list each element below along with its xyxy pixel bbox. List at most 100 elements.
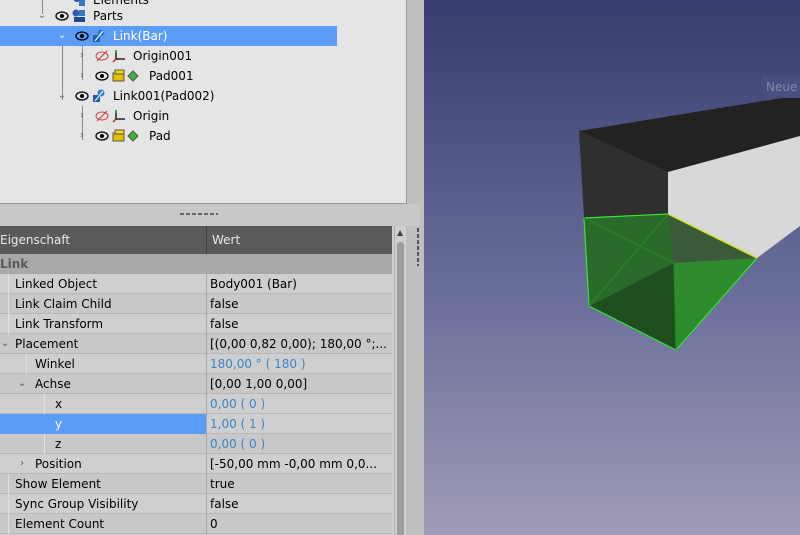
- 3d-scene[interactable]: [424, 0, 800, 535]
- column-divider: [206, 314, 207, 334]
- column-divider: [206, 274, 207, 294]
- property-row-z[interactable]: z 0,00 ( 0 ): [0, 434, 392, 454]
- link-icon: [93, 29, 105, 42]
- eye-icon[interactable]: [75, 89, 89, 103]
- indent-line: [8, 514, 9, 534]
- property-value[interactable]: 1,00 ( 1 ): [210, 414, 390, 434]
- property-scrollbar[interactable]: ▲: [394, 226, 406, 535]
- property-name: Show Element: [15, 477, 101, 491]
- chevron-down-icon[interactable]: ⌄: [37, 6, 47, 26]
- property-value[interactable]: false: [210, 314, 390, 334]
- tree-item-origin[interactable]: › Origin: [0, 106, 337, 126]
- property-value[interactable]: false: [210, 294, 390, 314]
- chevron-down-icon[interactable]: ⌄: [57, 86, 67, 106]
- property-value[interactable]: [(0,00 0,82 0,00); 180,00 °;...: [210, 334, 390, 354]
- scroll-up-icon[interactable]: ▲: [397, 228, 403, 237]
- property-value[interactable]: 0: [210, 514, 390, 534]
- property-group-link[interactable]: Link: [0, 254, 392, 274]
- property-row-linked-object[interactable]: Linked Object Body001 (Bar): [0, 274, 392, 294]
- chevron-down-icon[interactable]: ⌄: [57, 26, 67, 46]
- chevron-right-icon[interactable]: ›: [17, 454, 27, 474]
- indent-line: [8, 494, 9, 514]
- tree-item-parts[interactable]: ⌄ Parts: [0, 6, 337, 26]
- scrollbar-thumb[interactable]: [397, 242, 404, 535]
- splitter-grip-icon[interactable]: [180, 213, 218, 215]
- tree-item-pad001[interactable]: › Pad001: [0, 66, 337, 86]
- 3d-view[interactable]: Neue: [424, 0, 800, 535]
- property-value[interactable]: false: [210, 494, 390, 514]
- column-divider: [206, 414, 207, 434]
- eye-hidden-icon[interactable]: [95, 49, 109, 63]
- eye-icon[interactable]: [75, 29, 89, 43]
- property-value[interactable]: 0,00 ( 0 ): [210, 434, 390, 454]
- tree-item-label: Parts: [93, 9, 123, 23]
- property-row-winkel[interactable]: Winkel 180,00 ° ( 180 ): [0, 354, 392, 374]
- property-name: Element Count: [15, 517, 105, 531]
- chevron-right-icon[interactable]: ›: [77, 46, 87, 66]
- origin-icon: [112, 110, 125, 123]
- property-header: Eigenschaft Wert: [0, 226, 392, 254]
- indent-line: [8, 314, 9, 334]
- tree-item-pad[interactable]: › Pad: [0, 126, 337, 146]
- property-name: Placement: [15, 337, 79, 351]
- chevron-right-icon[interactable]: ›: [77, 66, 87, 86]
- tree-item-label: Link(Bar): [113, 29, 168, 43]
- indent-line: [26, 354, 27, 374]
- tree-item-origin001[interactable]: › Origin001: [0, 46, 337, 66]
- property-value[interactable]: true: [210, 474, 390, 494]
- property-value[interactable]: [-50,00 mm -0,00 mm 0,0...: [210, 454, 390, 474]
- chevron-down-icon[interactable]: ⌄: [0, 334, 10, 354]
- property-row-x[interactable]: x 0,00 ( 0 ): [0, 394, 392, 414]
- eye-icon[interactable]: [95, 129, 109, 143]
- property-row-y[interactable]: y 1,00 ( 1 ): [0, 414, 392, 434]
- header-property[interactable]: Eigenschaft: [0, 233, 70, 247]
- pad-icon: [112, 69, 139, 82]
- property-name: x: [55, 397, 63, 411]
- property-name: Sync Group Visibility: [15, 497, 139, 511]
- header-value[interactable]: Wert: [212, 233, 240, 247]
- chevron-right-icon[interactable]: ›: [77, 106, 87, 126]
- dock-resize-handle[interactable]: [417, 228, 419, 266]
- tree-item-link001-pad002[interactable]: ⌄ Link001(Pad002): [0, 86, 337, 106]
- tree-item-link-bar[interactable]: ⌄ Link(Bar): [0, 26, 337, 46]
- property-row-placement[interactable]: ⌄ Placement [(0,00 0,82 0,00); 180,00 °;…: [0, 334, 392, 354]
- property-row-link-claim-child[interactable]: Link Claim Child false: [0, 294, 392, 314]
- property-value[interactable]: Body001 (Bar): [210, 274, 390, 294]
- navigation-cube-label[interactable]: Neue: [762, 76, 800, 98]
- property-row-sync-group-visibility[interactable]: Sync Group Visibility false: [0, 494, 392, 514]
- property-row-show-element[interactable]: Show Element true: [0, 474, 392, 494]
- chevron-down-icon[interactable]: ⌄: [17, 374, 27, 394]
- tree-item-label: Link001(Pad002): [113, 89, 215, 103]
- eye-hidden-icon[interactable]: [95, 109, 109, 123]
- panel-splitter[interactable]: [0, 204, 420, 226]
- origin-icon: [112, 50, 125, 63]
- property-name: z: [55, 437, 62, 451]
- property-row-link-transform[interactable]: Link Transform false: [0, 314, 392, 334]
- property-name: Position: [35, 457, 82, 471]
- model-tree[interactable]: Elements ⌄ Parts ⌄ Link(Bar) › Origin001…: [0, 0, 407, 204]
- property-value[interactable]: 180,00 ° ( 180 ): [210, 354, 390, 374]
- indent-line: [8, 294, 9, 314]
- column-divider: [206, 374, 207, 394]
- tree-item-label: Origin: [133, 109, 170, 123]
- property-row-position[interactable]: › Position [-50,00 mm -0,00 mm 0,0...: [0, 454, 392, 474]
- property-name: Link Claim Child: [15, 297, 112, 311]
- property-editor[interactable]: Eigenschaft Wert Link Linked Object Body…: [0, 226, 406, 535]
- property-row-element-count[interactable]: Element Count 0: [0, 514, 392, 534]
- property-name: Linked Object: [15, 277, 98, 291]
- tree-item-label: Origin001: [133, 49, 193, 63]
- indent-line: [8, 274, 9, 294]
- tree-item-label: Pad: [149, 129, 171, 143]
- pad-icon: [112, 129, 139, 142]
- indent-line: [8, 474, 9, 494]
- property-value[interactable]: 0,00 ( 0 ): [210, 394, 390, 414]
- chevron-right-icon[interactable]: ›: [77, 126, 87, 146]
- column-divider: [206, 294, 207, 314]
- header-divider[interactable]: [206, 226, 207, 254]
- selected-name-cell[interactable]: [0, 414, 206, 434]
- property-row-achse[interactable]: ⌄ Achse [0,00 1,00 0,00]: [0, 374, 392, 394]
- eye-icon[interactable]: [95, 69, 109, 83]
- column-divider: [206, 334, 207, 354]
- eye-icon[interactable]: [55, 9, 69, 23]
- property-value[interactable]: [0,00 1,00 0,00]: [210, 374, 390, 394]
